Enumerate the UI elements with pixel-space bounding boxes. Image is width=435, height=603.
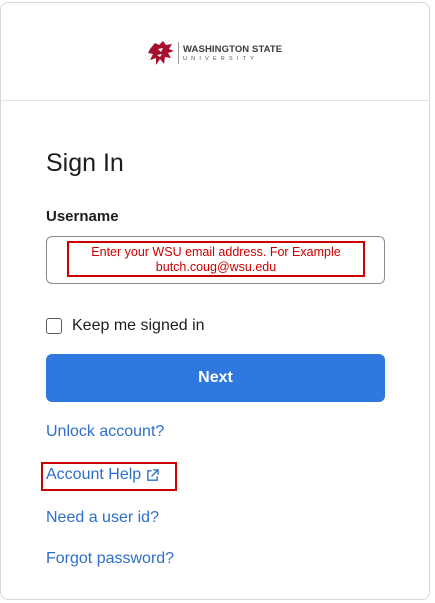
keep-signed-in-label[interactable]: Keep me signed in (72, 317, 205, 335)
sign-in-card: WASHINGTON STATE UNIVERSITY Sign In User… (0, 2, 430, 600)
account-help-label[interactable]: Account Help (46, 466, 141, 484)
cougar-head-icon (148, 41, 174, 65)
logo-title: WASHINGTON STATE (183, 44, 283, 55)
external-link-icon (147, 468, 159, 481)
keep-signed-in-row[interactable]: Keep me signed in (46, 316, 205, 336)
card-header: WASHINGTON STATE UNIVERSITY (1, 3, 429, 101)
username-input[interactable] (46, 236, 385, 284)
logo-subtitle: UNIVERSITY (183, 56, 259, 62)
logo-divider (178, 42, 179, 64)
next-button[interactable]: Next (46, 354, 385, 402)
keep-signed-in-checkbox[interactable] (46, 318, 62, 334)
forgot-password-link[interactable]: Forgot password? (46, 550, 174, 568)
wsu-logo: WASHINGTON STATE UNIVERSITY (147, 39, 287, 69)
page-title: Sign In (46, 149, 124, 177)
account-help-link[interactable]: Account Help (46, 466, 159, 484)
unlock-account-link[interactable]: Unlock account? (46, 423, 164, 441)
need-user-id-link[interactable]: Need a user id? (46, 509, 159, 527)
username-label: Username (46, 208, 119, 225)
